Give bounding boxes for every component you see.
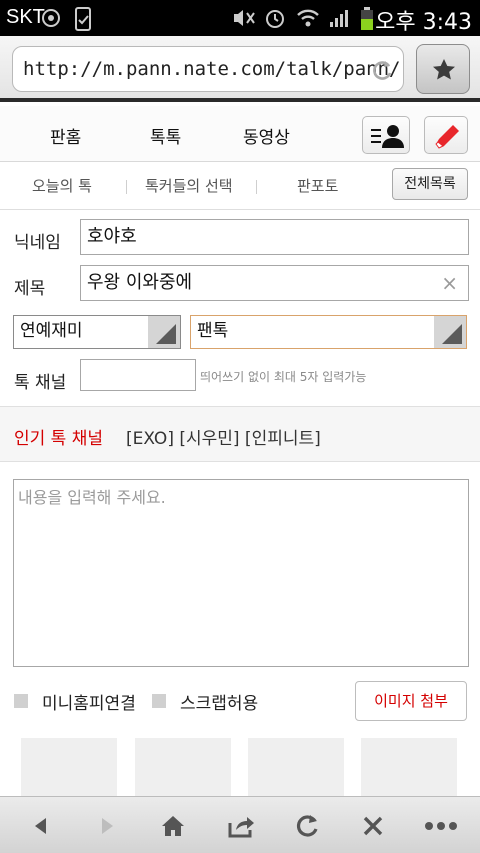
popular-channels-label: 인기 톡 채널 bbox=[14, 429, 104, 449]
star-icon bbox=[431, 57, 457, 87]
write-button[interactable] bbox=[424, 116, 468, 154]
divider bbox=[126, 180, 127, 194]
channel-field[interactable] bbox=[80, 359, 196, 391]
channel-hint: 띄어쓰기 없이 최대 5자 입력가능 bbox=[200, 370, 367, 384]
browser-bottom-toolbar bbox=[0, 796, 480, 853]
mute-icon bbox=[232, 7, 255, 29]
tab-today-talk[interactable]: 오늘의 톡 bbox=[32, 175, 92, 196]
nickname-field[interactable]: 호야호 bbox=[80, 219, 469, 255]
list-user-icon bbox=[369, 122, 405, 154]
mini-homepage-checkbox[interactable] bbox=[14, 694, 28, 708]
image-slot[interactable] bbox=[135, 738, 231, 798]
status-bar: SKT 오후 3:43 bbox=[0, 0, 480, 36]
all-list-button[interactable]: 전체목록 bbox=[392, 168, 468, 200]
refresh-icon[interactable] bbox=[292, 811, 322, 841]
category-value: 연예재미 bbox=[20, 321, 83, 341]
mini-homepage-label: 미니홈피연결 bbox=[42, 694, 136, 714]
scrap-label: 스크랩허용 bbox=[180, 694, 259, 714]
dropdown-arrow-icon bbox=[148, 316, 180, 348]
channel-label: 톡 채널 bbox=[14, 373, 67, 393]
scrap-checkbox[interactable] bbox=[152, 694, 166, 708]
media-icon bbox=[40, 7, 62, 29]
more-icon[interactable] bbox=[424, 811, 457, 841]
signal-icon bbox=[328, 7, 350, 29]
dropdown-arrow-icon bbox=[434, 316, 466, 348]
title-value: 우왕 이와중에 bbox=[87, 272, 193, 293]
nickname-label: 닉네임 bbox=[14, 233, 61, 253]
clock: 오후 3:43 bbox=[375, 10, 472, 35]
content-textarea[interactable]: 내용을 입력해 주세요. bbox=[13, 479, 469, 667]
tab-video[interactable]: 동영상 bbox=[243, 123, 290, 148]
image-slot[interactable] bbox=[248, 738, 344, 798]
image-slot[interactable] bbox=[21, 738, 117, 798]
phone-check-icon bbox=[72, 7, 94, 31]
clear-icon[interactable]: × bbox=[441, 266, 458, 300]
bookmark-button[interactable] bbox=[416, 44, 470, 94]
divider bbox=[256, 180, 257, 194]
tab-pan-home[interactable]: 판홈 bbox=[50, 123, 81, 148]
alarm-icon bbox=[264, 7, 286, 29]
pencil-icon bbox=[432, 122, 462, 154]
category-select[interactable]: 연예재미 bbox=[13, 315, 181, 349]
tab-toktok[interactable]: 톡톡 bbox=[150, 123, 181, 148]
popular-channel-tags[interactable]: [EXO] [시우민] [인피니트] bbox=[126, 424, 321, 449]
back-icon[interactable] bbox=[26, 811, 56, 841]
tab-talkers-choice[interactable]: 톡커들의 선택 bbox=[145, 175, 233, 196]
image-slot[interactable] bbox=[361, 738, 457, 798]
title-label: 제목 bbox=[14, 279, 46, 299]
popular-channels: 인기 톡 채널 [EXO] [시우민] [인피니트] bbox=[0, 406, 480, 462]
forward-icon[interactable] bbox=[92, 811, 122, 841]
browser-toolbar: http://m.pann.nate.com/talk/pann/ bbox=[0, 36, 480, 102]
share-icon[interactable] bbox=[226, 811, 256, 841]
subcategory-value: 팬톡 bbox=[197, 321, 229, 341]
attach-image-button[interactable]: 이미지 첨부 bbox=[355, 681, 467, 721]
home-icon[interactable] bbox=[158, 811, 188, 841]
wifi-icon bbox=[296, 7, 319, 29]
tab-pan-photo[interactable]: 판포토 bbox=[297, 175, 338, 196]
url-input[interactable]: http://m.pann.nate.com/talk/pann/ bbox=[12, 46, 404, 92]
reload-icon[interactable] bbox=[372, 59, 394, 81]
my-menu-button[interactable] bbox=[362, 116, 410, 154]
title-field[interactable]: 우왕 이와중에 × bbox=[80, 265, 469, 301]
close-icon[interactable] bbox=[358, 811, 388, 841]
subcategory-select[interactable]: 팬톡 bbox=[190, 315, 467, 349]
